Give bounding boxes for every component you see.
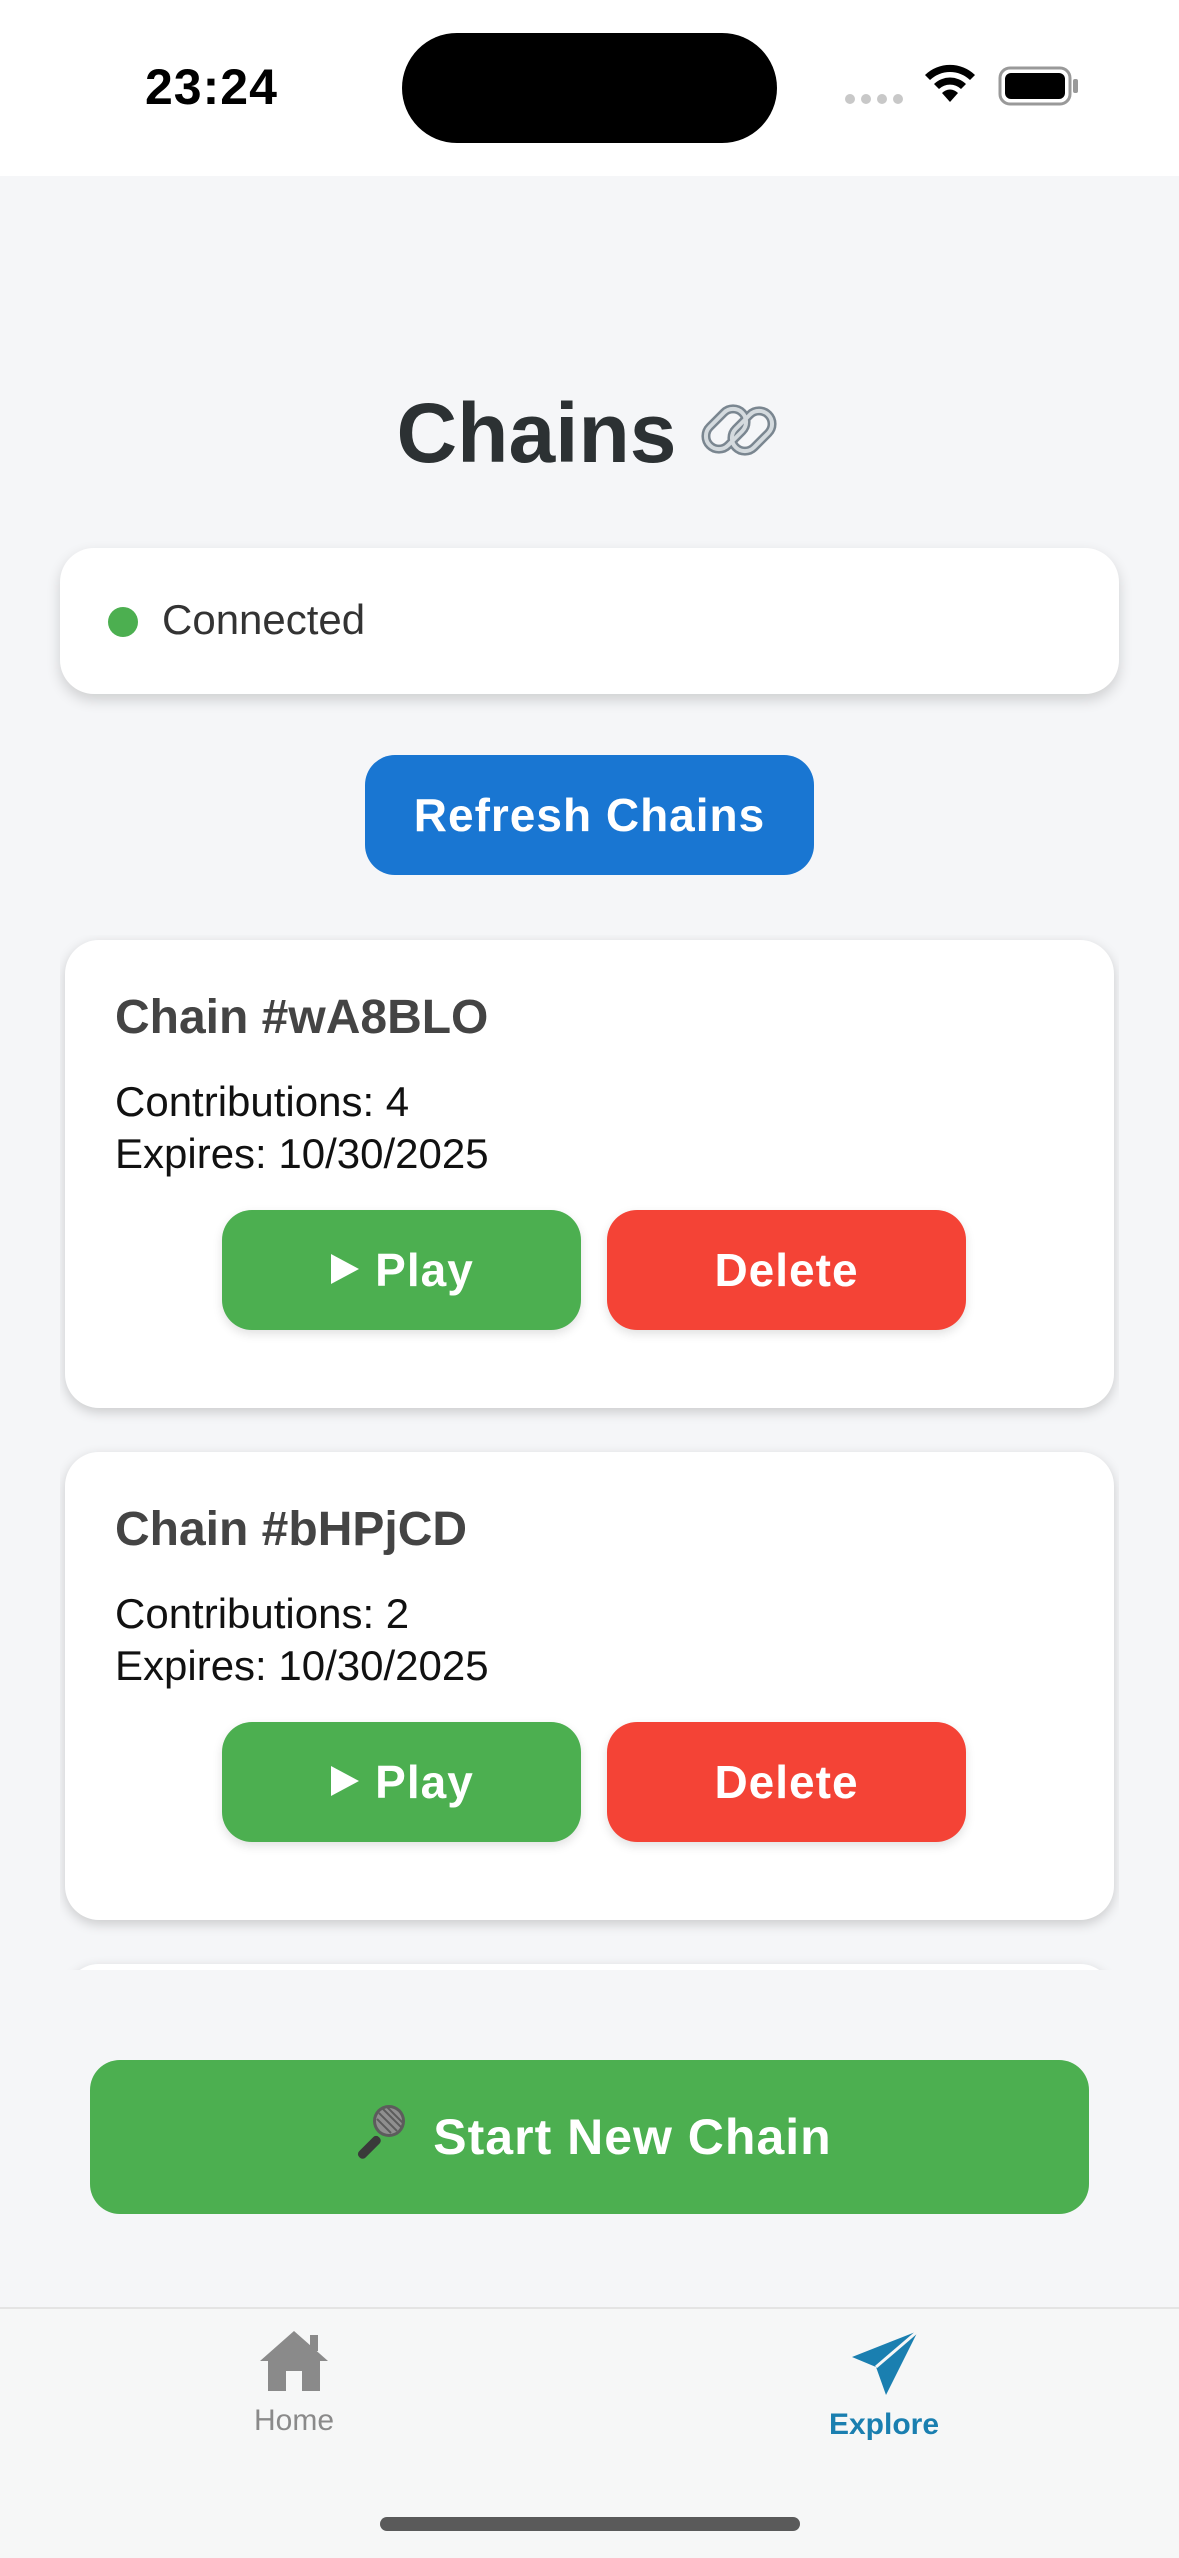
page-title-text: Chains (396, 386, 677, 480)
play-button-label: Play (375, 1756, 474, 1808)
chain-expires: Expires: 10/30/2025 (115, 1642, 489, 1689)
microphone-icon (347, 2099, 411, 2175)
chain-card: Chain #wA8BLO Contributions: 4 Expires: … (65, 940, 1114, 1408)
play-button[interactable]: Play (222, 1210, 581, 1330)
page-title: Chains (0, 385, 1179, 494)
start-new-chain-label: Start New Chain (433, 2109, 832, 2165)
connection-status-label: Connected (162, 596, 366, 643)
play-button-label: Play (375, 1244, 474, 1296)
chain-expires: Expires: 10/30/2025 (115, 1130, 489, 1177)
connection-status-card: Connected (60, 548, 1119, 694)
refresh-chains-button[interactable]: Refresh Chains (365, 755, 814, 875)
dynamic-island (402, 33, 777, 143)
connection-status-dot (108, 607, 138, 637)
battery-icon (998, 66, 1080, 111)
chain-title: Chain #wA8BLO (115, 991, 489, 1044)
tab-home-label: Home (253, 2404, 335, 2437)
status-time: 23:24 (145, 59, 278, 115)
delete-button[interactable]: Delete (607, 1722, 966, 1842)
start-new-chain-button[interactable]: Start New Chain (90, 2060, 1089, 2214)
paper-plane-icon (846, 2329, 922, 2403)
play-icon (329, 1243, 361, 1297)
tab-home[interactable]: Home (144, 2327, 444, 2438)
home-icon (256, 2331, 332, 2399)
chain-contributions: Contributions: 4 (115, 1078, 410, 1125)
chain-contributions: Contributions: 2 (115, 1590, 410, 1637)
status-bar: 23:24 (0, 0, 1179, 176)
tab-explore[interactable]: Explore (734, 2327, 1034, 2442)
chain-title: Chain #bHPjCD (115, 1503, 468, 1556)
delete-button[interactable]: Delete (607, 1210, 966, 1330)
play-icon (329, 1755, 361, 1809)
cellular-signal-icon (845, 94, 903, 104)
tab-explore-label: Explore (828, 2408, 940, 2441)
link-icon (695, 386, 783, 494)
play-button[interactable]: Play (222, 1722, 581, 1842)
home-indicator (380, 2517, 800, 2531)
chain-list[interactable]: Chain #wA8BLO Contributions: 4 Expires: … (60, 935, 1119, 1970)
wifi-icon (922, 62, 978, 109)
chain-card-partial (65, 1964, 1114, 1970)
chain-card: Chain #bHPjCD Contributions: 2 Expires: … (65, 1452, 1114, 1920)
